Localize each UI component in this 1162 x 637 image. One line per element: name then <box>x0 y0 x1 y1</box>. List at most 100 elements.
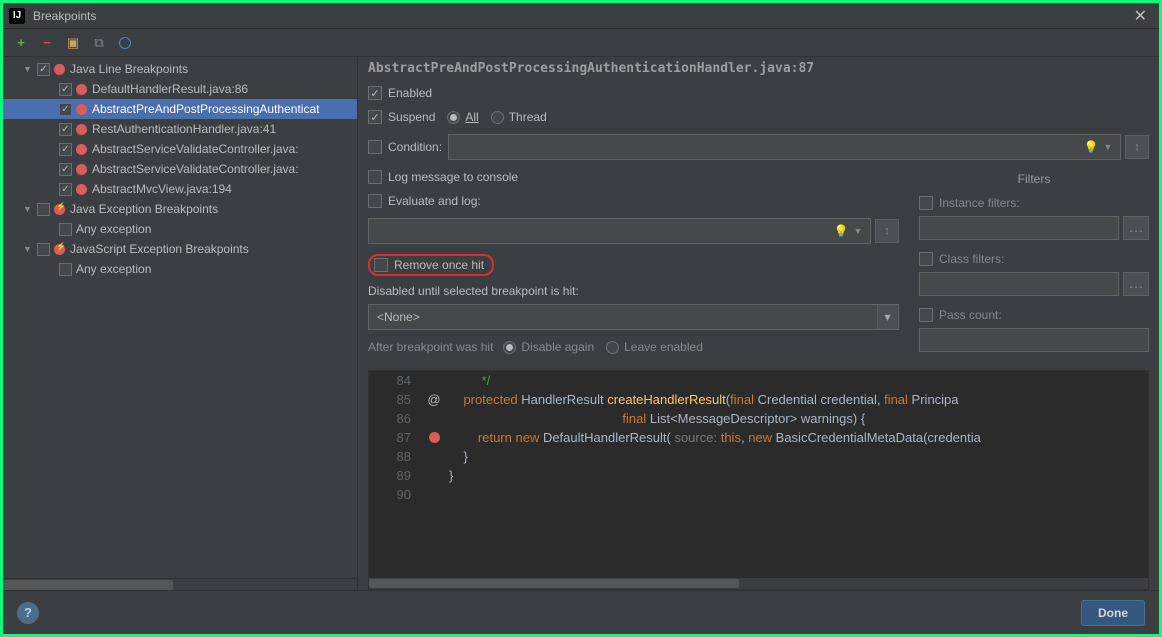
disabled-until-dropdown[interactable]: <None> ▾ <box>368 304 899 330</box>
item-checkbox[interactable] <box>59 183 72 196</box>
condition-input[interactable]: 💡 ▼ <box>448 134 1121 160</box>
group-checkbox[interactable] <box>37 63 50 76</box>
item-checkbox[interactable] <box>59 223 72 236</box>
remove-once-hit-highlight: Remove once hit <box>368 254 494 276</box>
class-filters-input[interactable] <box>919 272 1119 296</box>
breakpoint-icon <box>76 104 87 115</box>
eval-checkbox[interactable] <box>368 194 382 208</box>
breakpoint-title: AbstractPreAndPostProcessingAuthenticati… <box>368 57 1149 86</box>
breakpoint-tree[interactable]: ▼ Java Line Breakpoints DefaultHandlerRe… <box>3 57 357 281</box>
browse-button[interactable]: … <box>1123 216 1149 240</box>
window-title: Breakpoints <box>33 9 1128 23</box>
breakpoints-dialog: IJ Breakpoints ✕ + − ▣ ⧉ ▼ Java Line Bre… <box>3 3 1159 634</box>
breakpoint-icon <box>76 164 87 175</box>
leave-enabled-radio[interactable] <box>606 341 619 354</box>
breakpoint-icon <box>76 144 87 155</box>
instance-filters-checkbox[interactable] <box>919 196 933 210</box>
close-icon[interactable]: ✕ <box>1128 6 1153 26</box>
exception-icon <box>54 204 65 215</box>
tree-item[interactable]: RestAuthenticationHandler.java:41 <box>3 119 357 139</box>
add-icon[interactable]: + <box>13 35 29 51</box>
app-icon: IJ <box>9 8 25 24</box>
browse-button[interactable]: … <box>1123 272 1149 296</box>
item-checkbox[interactable] <box>59 103 72 116</box>
gutter-override-icon[interactable]: @ <box>427 392 440 407</box>
enabled-checkbox[interactable] <box>368 86 382 100</box>
after-hit-row: After breakpoint was hit Disable again L… <box>368 340 899 354</box>
tree-item[interactable]: AbstractServiceValidateController.java: <box>3 139 357 159</box>
bulb-icon[interactable]: 💡 <box>832 224 850 238</box>
disabled-until-label: Disabled until selected breakpoint is hi… <box>368 284 899 298</box>
exception-icon <box>54 244 65 255</box>
expand-button[interactable]: ↕ <box>1125 135 1149 159</box>
collapse-icon[interactable]: ▼ <box>23 64 35 74</box>
condition-checkbox[interactable] <box>368 140 382 154</box>
scrollbar-thumb[interactable] <box>369 579 739 588</box>
group-label: JavaScript Exception Breakpoints <box>70 242 249 256</box>
breakpoint-icon <box>76 84 87 95</box>
tree-item[interactable]: Any exception <box>3 219 357 239</box>
pass-count-input[interactable] <box>919 328 1149 352</box>
tree-group-js-exception[interactable]: ▼ JavaScript Exception Breakpoints <box>3 239 357 259</box>
tree-group-java-line[interactable]: ▼ Java Line Breakpoints <box>3 59 357 79</box>
remove-icon[interactable]: − <box>39 35 55 51</box>
help-icon[interactable]: ? <box>17 602 39 624</box>
suspend-all-radio[interactable] <box>447 111 460 124</box>
toolbar: + − ▣ ⧉ <box>3 29 1159 57</box>
breakpoint-gutter-icon[interactable] <box>429 432 440 443</box>
chevron-down-icon[interactable]: ▼ <box>850 226 866 236</box>
expand-button[interactable]: ↕ <box>875 219 899 243</box>
item-checkbox[interactable] <box>59 143 72 156</box>
item-checkbox[interactable] <box>59 123 72 136</box>
tree-item[interactable]: DefaultHandlerResult.java:86 <box>3 79 357 99</box>
code-preview[interactable]: 84 */ 85@ protected HandlerResult create… <box>368 370 1149 590</box>
scrollbar-thumb[interactable] <box>3 580 173 590</box>
suspend-checkbox[interactable] <box>368 110 382 124</box>
breakpoint-icon <box>76 124 87 135</box>
bulb-icon[interactable]: 💡 <box>1082 140 1100 154</box>
content-area: ▼ Java Line Breakpoints DefaultHandlerRe… <box>3 57 1159 590</box>
eval-log-input[interactable]: 💡 ▼ <box>368 218 871 244</box>
condition-row: Condition: 💡 ▼ ↕ <box>368 134 1149 160</box>
group-checkbox[interactable] <box>37 243 50 256</box>
suspend-row: Suspend All Thread <box>368 110 899 124</box>
instance-filters-input[interactable] <box>919 216 1119 240</box>
item-checkbox[interactable] <box>59 83 72 96</box>
class-filters-checkbox[interactable] <box>919 252 933 266</box>
group-checkbox[interactable] <box>37 203 50 216</box>
disable-again-radio[interactable] <box>503 341 516 354</box>
eval-log-row[interactable]: Evaluate and log: <box>368 194 899 208</box>
done-button[interactable]: Done <box>1081 600 1145 626</box>
collapse-icon[interactable]: ▼ <box>23 244 35 254</box>
chevron-down-icon[interactable]: ▾ <box>877 305 897 329</box>
view-icon[interactable] <box>117 35 133 51</box>
tree-item[interactable]: AbstractMvcView.java:194 <box>3 179 357 199</box>
tree-item[interactable]: AbstractServiceValidateController.java: <box>3 159 357 179</box>
breakpoint-icon <box>76 184 87 195</box>
titlebar[interactable]: IJ Breakpoints ✕ <box>3 3 1159 29</box>
suspend-thread-radio[interactable] <box>491 111 504 124</box>
breakpoint-icon <box>54 64 65 75</box>
collapse-icon[interactable]: ▼ <box>23 204 35 214</box>
log-row[interactable]: Log message to console <box>368 170 899 184</box>
item-checkbox[interactable] <box>59 163 72 176</box>
folder-icon[interactable]: ▣ <box>65 35 81 51</box>
bottom-bar: ? Done <box>3 590 1159 634</box>
tree-item-selected[interactable]: AbstractPreAndPostProcessingAuthenticat <box>3 99 357 119</box>
log-checkbox[interactable] <box>368 170 382 184</box>
tree-group-java-exception[interactable]: ▼ Java Exception Breakpoints <box>3 199 357 219</box>
tree-item[interactable]: Any exception <box>3 259 357 279</box>
detail-panel: AbstractPreAndPostProcessingAuthenticati… <box>358 57 1159 590</box>
group-label: Java Line Breakpoints <box>70 62 188 76</box>
breakpoint-tree-panel: ▼ Java Line Breakpoints DefaultHandlerRe… <box>3 57 358 590</box>
horizontal-scrollbar[interactable] <box>3 578 357 590</box>
code-horizontal-scrollbar[interactable] <box>369 578 1148 589</box>
group-icon[interactable]: ⧉ <box>91 35 107 51</box>
filters-heading: Filters <box>919 172 1149 186</box>
group-label: Java Exception Breakpoints <box>70 202 218 216</box>
remove-once-checkbox[interactable] <box>374 258 388 272</box>
chevron-down-icon[interactable]: ▼ <box>1100 142 1116 152</box>
pass-count-checkbox[interactable] <box>919 308 933 322</box>
enabled-row[interactable]: Enabled <box>368 86 899 100</box>
item-checkbox[interactable] <box>59 263 72 276</box>
